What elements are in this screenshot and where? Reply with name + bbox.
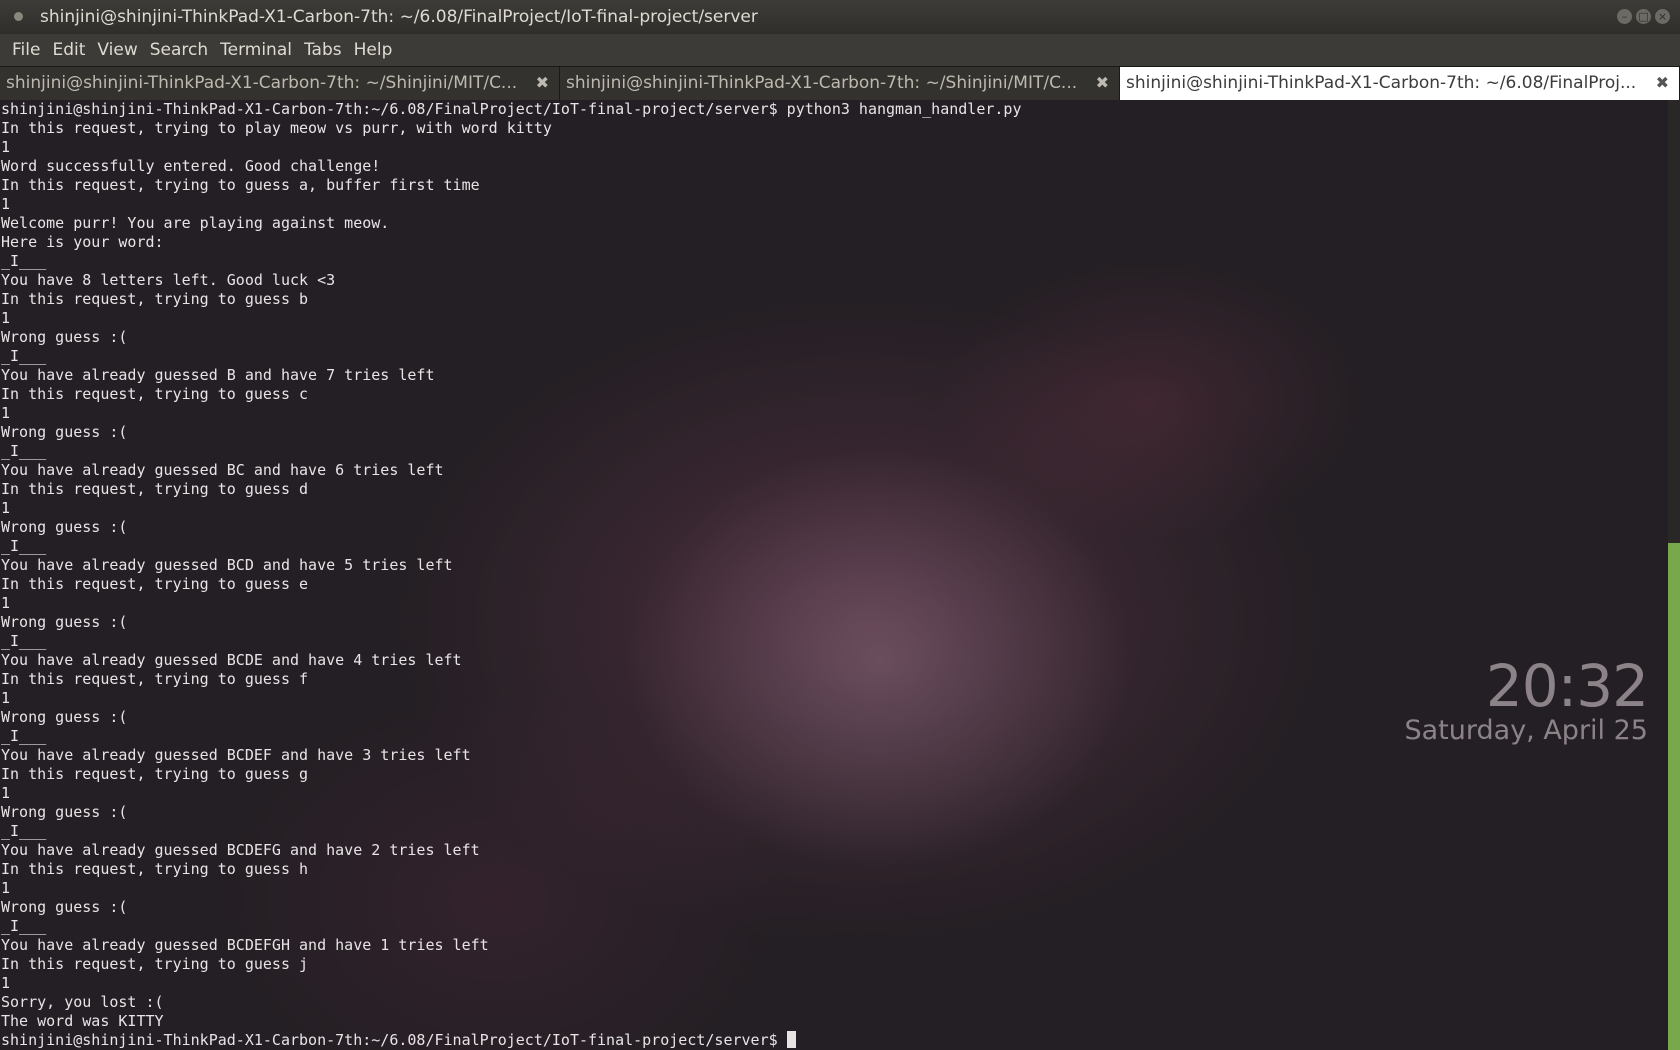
- terminal-line: _I___: [1, 822, 47, 840]
- terminal-line: _I___: [1, 442, 47, 460]
- terminal-line: _I___: [1, 347, 47, 365]
- tab-bar: shinjini@shinjini-ThinkPad-X1-Carbon-7th…: [0, 66, 1680, 100]
- terminal-line: You have already guessed BCDE and have 4…: [1, 651, 462, 669]
- terminal-area[interactable]: 20:32 Saturday, April 25 shinjini@shinji…: [0, 100, 1668, 1050]
- terminal-line: Wrong guess :(: [1, 803, 128, 821]
- scrollbar-thumb[interactable]: [1668, 543, 1680, 1050]
- tab-label: shinjini@shinjini-ThinkPad-X1-Carbon-7th…: [566, 73, 1078, 93]
- terminal-line: 1: [1, 404, 11, 422]
- terminal-line: Wrong guess :(: [1, 423, 128, 441]
- terminal-line: In this request, trying to guess f: [1, 670, 309, 688]
- menu-search[interactable]: Search: [144, 40, 214, 60]
- terminal-line: 1: [1, 195, 11, 213]
- terminal-output: shinjini@shinjini-ThinkPad-X1-Carbon-7th…: [1, 100, 1021, 1050]
- terminal-line: Wrong guess :(: [1, 898, 128, 916]
- minimize-icon[interactable]: –: [1617, 9, 1632, 24]
- terminal-line: You have already guessed BCD and have 5 …: [1, 556, 453, 574]
- terminal-line: Wrong guess :(: [1, 518, 128, 536]
- terminal-line: You have already guessed BCDEFG and have…: [1, 841, 480, 859]
- terminal-line: You have already guessed BC and have 6 t…: [1, 461, 444, 479]
- terminal-line: Wrong guess :(: [1, 613, 128, 631]
- terminal-line: In this request, trying to guess h: [1, 860, 309, 878]
- menu-file[interactable]: File: [6, 40, 46, 60]
- window-title: shinjini@shinjini-ThinkPad-X1-Carbon-7th…: [40, 7, 758, 27]
- terminal-line: In this request, trying to guess e: [1, 575, 309, 593]
- terminal-line: _I___: [1, 252, 47, 270]
- tab-terminal-2[interactable]: shinjini@shinjini-ThinkPad-X1-Carbon-7th…: [560, 67, 1120, 100]
- terminal-line: 1: [1, 974, 11, 992]
- window-controls: – □ ×: [1617, 9, 1670, 24]
- terminal-line: The word was KITTY: [1, 1012, 164, 1030]
- terminal-prompt-line[interactable]: shinjini@shinjini-ThinkPad-X1-Carbon-7th…: [1, 1031, 1021, 1050]
- terminal-line: 1: [1, 784, 11, 802]
- menu-help[interactable]: Help: [348, 40, 399, 60]
- terminal-line: Sorry, you lost :(: [1, 993, 164, 1011]
- tab-label: shinjini@shinjini-ThinkPad-X1-Carbon-7th…: [1126, 73, 1637, 93]
- terminal-line: In this request, trying to guess b: [1, 290, 309, 308]
- terminal-line: Wrong guess :(: [1, 708, 128, 726]
- terminal-line: 1: [1, 499, 11, 517]
- terminal-line: _I___: [1, 917, 47, 935]
- tab-close-icon[interactable]: ✖: [1656, 67, 1669, 99]
- terminal-line: You have already guessed BCDEF and have …: [1, 746, 471, 764]
- window-menu-icon[interactable]: [14, 12, 23, 21]
- terminal-line: _I___: [1, 632, 47, 650]
- terminal-line: In this request, trying to guess j: [1, 955, 309, 973]
- terminal-line: 1: [1, 594, 11, 612]
- close-icon[interactable]: ×: [1655, 9, 1670, 24]
- tab-close-icon[interactable]: ✖: [1096, 67, 1109, 99]
- clock-time: 20:32: [1485, 652, 1649, 720]
- tab-terminal-1[interactable]: shinjini@shinjini-ThinkPad-X1-Carbon-7th…: [0, 67, 560, 100]
- terminal-line: You have already guessed BCDEFGH and hav…: [1, 936, 489, 954]
- menu-view[interactable]: View: [91, 40, 143, 60]
- terminal-line: You have already guessed B and have 7 tr…: [1, 366, 435, 384]
- terminal-line: 1: [1, 138, 11, 156]
- terminal-prompt: shinjini@shinjini-ThinkPad-X1-Carbon-7th…: [1, 1031, 787, 1049]
- terminal-scrollbar[interactable]: [1668, 100, 1680, 1050]
- terminal-line: _I___: [1, 727, 47, 745]
- terminal-line: In this request, trying to play meow vs …: [1, 119, 552, 137]
- terminal-line: 1: [1, 689, 11, 707]
- terminal-line: _I___: [1, 537, 47, 555]
- menu-terminal[interactable]: Terminal: [214, 40, 298, 60]
- window-titlebar[interactable]: shinjini@shinjini-ThinkPad-X1-Carbon-7th…: [0, 0, 1680, 34]
- terminal-line: Word successfully entered. Good challeng…: [1, 157, 381, 175]
- terminal-line: Here is your word:: [1, 233, 164, 251]
- tab-label: shinjini@shinjini-ThinkPad-X1-Carbon-7th…: [6, 73, 518, 93]
- terminal-line: In this request, trying to guess g: [1, 765, 309, 783]
- maximize-icon[interactable]: □: [1636, 9, 1651, 24]
- tab-close-icon[interactable]: ✖: [536, 67, 549, 99]
- menu-edit[interactable]: Edit: [46, 40, 91, 60]
- terminal-line: In this request, trying to guess d: [1, 480, 309, 498]
- terminal-line: You have 8 letters left. Good luck <3: [1, 271, 336, 289]
- desktop-clock: 20:32 Saturday, April 25: [1405, 656, 1649, 746]
- menubar: File Edit View Search Terminal Tabs Help: [0, 34, 1680, 66]
- terminal-line: In this request, trying to guess c: [1, 385, 309, 403]
- terminal-line: In this request, trying to guess a, buff…: [1, 176, 480, 194]
- terminal-line: 1: [1, 309, 11, 327]
- terminal-line: Welcome purr! You are playing against me…: [1, 214, 390, 232]
- text-cursor: [786, 1031, 796, 1048]
- menu-tabs[interactable]: Tabs: [298, 40, 348, 60]
- clock-date: Saturday, April 25: [1404, 715, 1649, 746]
- terminal-line: shinjini@shinjini-ThinkPad-X1-Carbon-7th…: [1, 100, 1022, 118]
- terminal-line: 1: [1, 879, 11, 897]
- tab-terminal-3[interactable]: shinjini@shinjini-ThinkPad-X1-Carbon-7th…: [1120, 67, 1680, 100]
- terminal-line: Wrong guess :(: [1, 328, 128, 346]
